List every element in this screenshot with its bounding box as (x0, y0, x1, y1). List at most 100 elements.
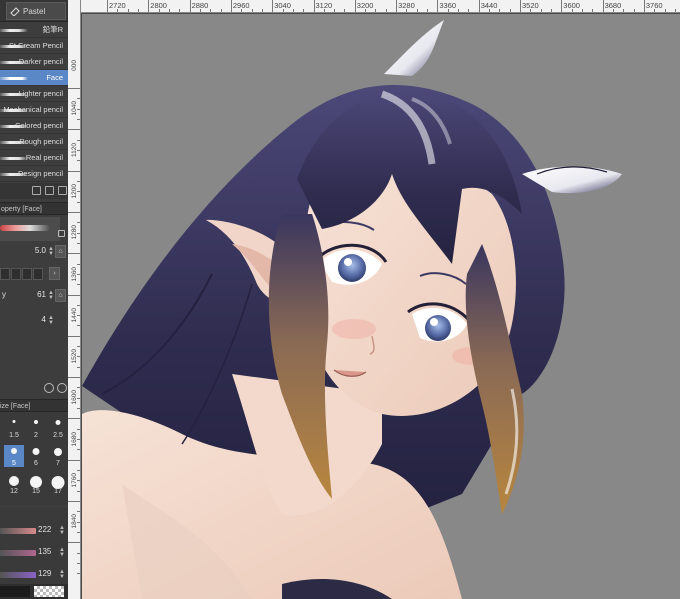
opacity-value[interactable]: 61 (37, 290, 46, 299)
brush-size-label: 17 (54, 488, 62, 495)
brush-size-dot (9, 476, 19, 486)
ruler-minor-tick (77, 490, 80, 492)
brush-item-label: Real pencil (25, 153, 63, 162)
add-brush-icon[interactable] (32, 186, 41, 195)
ruler-minor-tick (365, 9, 367, 12)
ruler-minor-tick (77, 449, 80, 451)
color-slider-value[interactable]: 222 (38, 525, 51, 534)
shape-more-button[interactable]: › (49, 267, 60, 280)
color-slider-spinner[interactable]: ▲ ▼ (59, 569, 65, 580)
wrench-icon[interactable] (57, 383, 67, 393)
opacity-button[interactable]: ⌂ (55, 289, 66, 302)
ruler-minor-tick (77, 470, 80, 472)
brush-stroke-preview (0, 93, 28, 96)
anti-alias-value[interactable]: 4 (42, 315, 46, 324)
color-slider-bar[interactable] (0, 572, 36, 578)
ruler-major-tick (396, 0, 398, 12)
brush-size-cell[interactable]: 2 (26, 417, 46, 439)
lock-icon[interactable] (58, 230, 65, 237)
brush-size-dot (12, 420, 16, 423)
opacity-spinner[interactable]: ▲ ▼ (48, 290, 54, 301)
anti-alias-spinner[interactable]: ▲ ▼ (48, 315, 54, 326)
brush-size-label: 2.5 (53, 432, 63, 439)
canvas-area[interactable] (82, 14, 680, 599)
brush-size-cell[interactable]: 5 (4, 445, 24, 467)
ruler-label: 1280 (71, 225, 78, 240)
ruler-major-tick (68, 542, 80, 544)
ruler-label: 1520 (71, 349, 78, 364)
ruler-minor-tick (540, 9, 542, 12)
ruler-minor-tick (571, 9, 573, 12)
brush-size-cell[interactable]: 15 (26, 473, 46, 495)
settings-icon[interactable] (44, 383, 54, 393)
ruler-minor-tick (77, 573, 80, 575)
brush-item[interactable]: Darker pencil (0, 54, 68, 70)
vertical-ruler: 000 1040 1120 1200 1280 1360 1440 1520 1600 1680 1… (68, 0, 81, 599)
brush-list: 鉛筆R St Cream Pencil Darker pencil Face Light… (0, 22, 68, 182)
shape-option-3[interactable] (22, 268, 32, 280)
brush-size-cell[interactable]: 2.5 (48, 417, 68, 439)
delete-brush-icon[interactable] (58, 186, 67, 195)
ruler-minor-tick (334, 9, 336, 12)
brush-item[interactable]: Real pencil (0, 150, 68, 166)
color-slider-value[interactable]: 129 (38, 569, 51, 578)
brush-size-dot (30, 476, 42, 488)
ruler-minor-tick (489, 9, 491, 12)
transparent-color-swatch[interactable] (34, 586, 64, 597)
ruler-major-tick (68, 294, 80, 296)
brush-item[interactable]: St Cream Pencil (0, 38, 68, 54)
brush-size-cell[interactable]: 12 (4, 473, 24, 495)
left-panel: Pastel 鉛筆R St Cream Pencil Darker pencil Fa… (0, 0, 68, 599)
brush-item-label: 鉛筆R (42, 25, 63, 34)
color-slider-spinner[interactable]: ▲ ▼ (59, 525, 65, 536)
color-slider-value[interactable]: 135 (38, 547, 51, 556)
brush-size-cell[interactable]: 17 (48, 473, 68, 495)
brush-size-spinner[interactable]: ▲ ▼ (48, 246, 54, 257)
ruler-label: 1840 (71, 514, 78, 529)
horizontal-ruler: 2720 2800 2880 2960 3040 3120 3200 3280 3360 3440… (81, 0, 680, 13)
artwork-canvas[interactable] (82, 14, 680, 599)
tab-pastel[interactable]: Pastel (6, 2, 66, 20)
color-slider-bar[interactable] (0, 528, 36, 534)
brush-item[interactable]: 鉛筆R (0, 22, 68, 38)
ruler-minor-tick (77, 139, 80, 141)
brush-size-cell[interactable]: 7 (48, 445, 68, 467)
ruler-label: 1120 (71, 142, 78, 157)
ruler-major-tick (478, 0, 480, 12)
color-slider-panel: 222 ▲ ▼ 135 ▲ ▼ 129 ▲ ▼ (0, 508, 68, 588)
ruler-minor-tick (77, 325, 80, 327)
ruler-minor-tick (241, 9, 243, 12)
brush-item[interactable]: Face (0, 70, 68, 86)
color-slider-spinner[interactable]: ▲ ▼ (59, 547, 65, 558)
brush-size-grid: 1.5 2 2.5 5 6 7 12 15 17 (0, 413, 68, 505)
brush-size-dot (11, 448, 17, 454)
anti-alias-row: 4 ▲ ▼ (0, 313, 68, 329)
brush-item[interactable]: Rough pencil (0, 134, 68, 150)
ruler-minor-tick (499, 9, 501, 12)
copy-brush-icon[interactable] (45, 186, 54, 195)
brush-size-cell[interactable]: 6 (26, 445, 46, 467)
brush-size-value[interactable]: 5.0 (35, 246, 46, 255)
color-slider-bar[interactable] (0, 550, 36, 556)
ruler-minor-tick (674, 9, 676, 12)
brush-size-dot (32, 448, 40, 455)
shape-option-1[interactable] (0, 268, 10, 280)
shape-option-2[interactable] (11, 268, 21, 280)
shape-option-4[interactable] (33, 268, 43, 280)
brush-size-cell[interactable]: 1.5 (4, 417, 24, 439)
brush-size-dot (54, 448, 62, 456)
ruler-minor-tick (77, 118, 80, 120)
brush-item[interactable]: Design pencil (0, 166, 68, 182)
ruler-minor-tick (592, 9, 594, 12)
brush-size-button[interactable]: ⌂ (55, 245, 66, 258)
brush-item[interactable]: Colored pencil (0, 118, 68, 134)
brush-preview (0, 217, 60, 241)
main-color-swatch[interactable] (0, 586, 30, 597)
preview-stroke (0, 225, 50, 231)
brush-size-label: 5 (12, 460, 16, 467)
brush-item[interactable]: Mechanical pencil (0, 102, 68, 118)
ruler-minor-tick (77, 242, 80, 244)
ruler-minor-tick (210, 9, 212, 12)
brush-item[interactable]: Lighter pencil (0, 86, 68, 102)
ruler-minor-tick (427, 9, 429, 12)
